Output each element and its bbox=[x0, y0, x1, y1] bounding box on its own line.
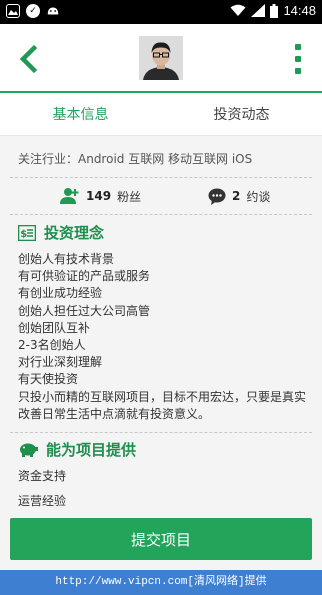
philosophy-title: 投资理念 bbox=[44, 224, 105, 242]
tab-investment-news[interactable]: 投资动态 bbox=[161, 95, 322, 135]
wifi-icon bbox=[230, 4, 246, 16]
appointments-label: 约谈 bbox=[246, 189, 271, 204]
philosophy-section-title: $ 投资理念 bbox=[18, 222, 104, 243]
divider bbox=[10, 214, 312, 215]
profile-content[interactable]: 关注行业：Android 互联网 移动互联网 iOS 149 粉丝 2 约谈 $ bbox=[0, 136, 322, 518]
watermark: http://www.vipcn.com[清风网络]提供 bbox=[0, 570, 322, 595]
provide-section-title: 能为项目提供 bbox=[18, 439, 136, 460]
dot-icon bbox=[295, 68, 301, 74]
avatar[interactable] bbox=[139, 36, 183, 80]
battery-icon bbox=[270, 3, 279, 18]
list-item: 有创业成功经验 bbox=[18, 286, 103, 301]
footer: 提交项目 bbox=[0, 518, 322, 570]
list-item: 创始人担任过大公司高管 bbox=[18, 303, 151, 318]
check-icon: ✓ bbox=[26, 4, 40, 18]
dot-icon bbox=[295, 56, 301, 62]
list-item: 有天使投资 bbox=[18, 372, 79, 387]
submit-project-button[interactable]: 提交项目 bbox=[10, 518, 312, 560]
dot-icon bbox=[295, 44, 301, 50]
list-item: 只投小而精的互联网项目，目标不用宏达，只要是真实改善日常生活中点滴就有投资意义。 bbox=[18, 389, 307, 421]
divider bbox=[10, 432, 312, 433]
fans-label: 粉丝 bbox=[117, 189, 142, 204]
more-menu-button[interactable] bbox=[294, 44, 302, 74]
chat-bubble-icon bbox=[208, 188, 226, 205]
divider bbox=[10, 177, 312, 178]
money-icon: $ bbox=[18, 224, 36, 241]
image-icon bbox=[6, 4, 20, 18]
clock: 14:48 bbox=[283, 3, 316, 18]
list-item: 创始团队互补 bbox=[18, 320, 91, 335]
piggy-bank-icon bbox=[20, 443, 38, 457]
list-item: 资金支持 bbox=[18, 469, 67, 483]
back-button[interactable] bbox=[14, 42, 44, 76]
appointments-count: 2 bbox=[232, 189, 241, 203]
list-item: 创始人有技术背景 bbox=[18, 252, 115, 266]
philosophy-list: 创始人有技术背景 有可供验证的产品或服务 有创业成功经验 创始人担任过大公司高管… bbox=[18, 251, 308, 423]
chevron-left-icon bbox=[19, 44, 38, 74]
tab-bar: 基本信息 投资动态 bbox=[0, 95, 322, 136]
industry-line: 关注行业：Android 互联网 移动互联网 iOS bbox=[18, 152, 253, 166]
svg-text:$: $ bbox=[20, 229, 27, 240]
fans-stat[interactable]: 149 粉丝 bbox=[60, 184, 141, 208]
list-item: 有可供验证的产品或服务 bbox=[18, 269, 151, 284]
android-icon bbox=[46, 4, 60, 18]
notification-icons: ✓ bbox=[6, 4, 60, 18]
appointments-stat[interactable]: 2 约谈 bbox=[208, 184, 270, 208]
add-user-icon bbox=[60, 188, 79, 204]
tab-basic-info[interactable]: 基本信息 bbox=[0, 95, 161, 135]
list-item: 对行业深刻理解 bbox=[18, 355, 103, 370]
list-item: 运营经验 bbox=[18, 494, 67, 508]
signal-icon bbox=[251, 4, 266, 17]
header bbox=[0, 24, 322, 93]
list-item: 2-3名创始人 bbox=[18, 338, 86, 353]
provide-title: 能为项目提供 bbox=[46, 441, 137, 459]
fans-count: 149 bbox=[86, 189, 112, 203]
status-bar: ✓ 14:48 bbox=[0, 0, 322, 24]
